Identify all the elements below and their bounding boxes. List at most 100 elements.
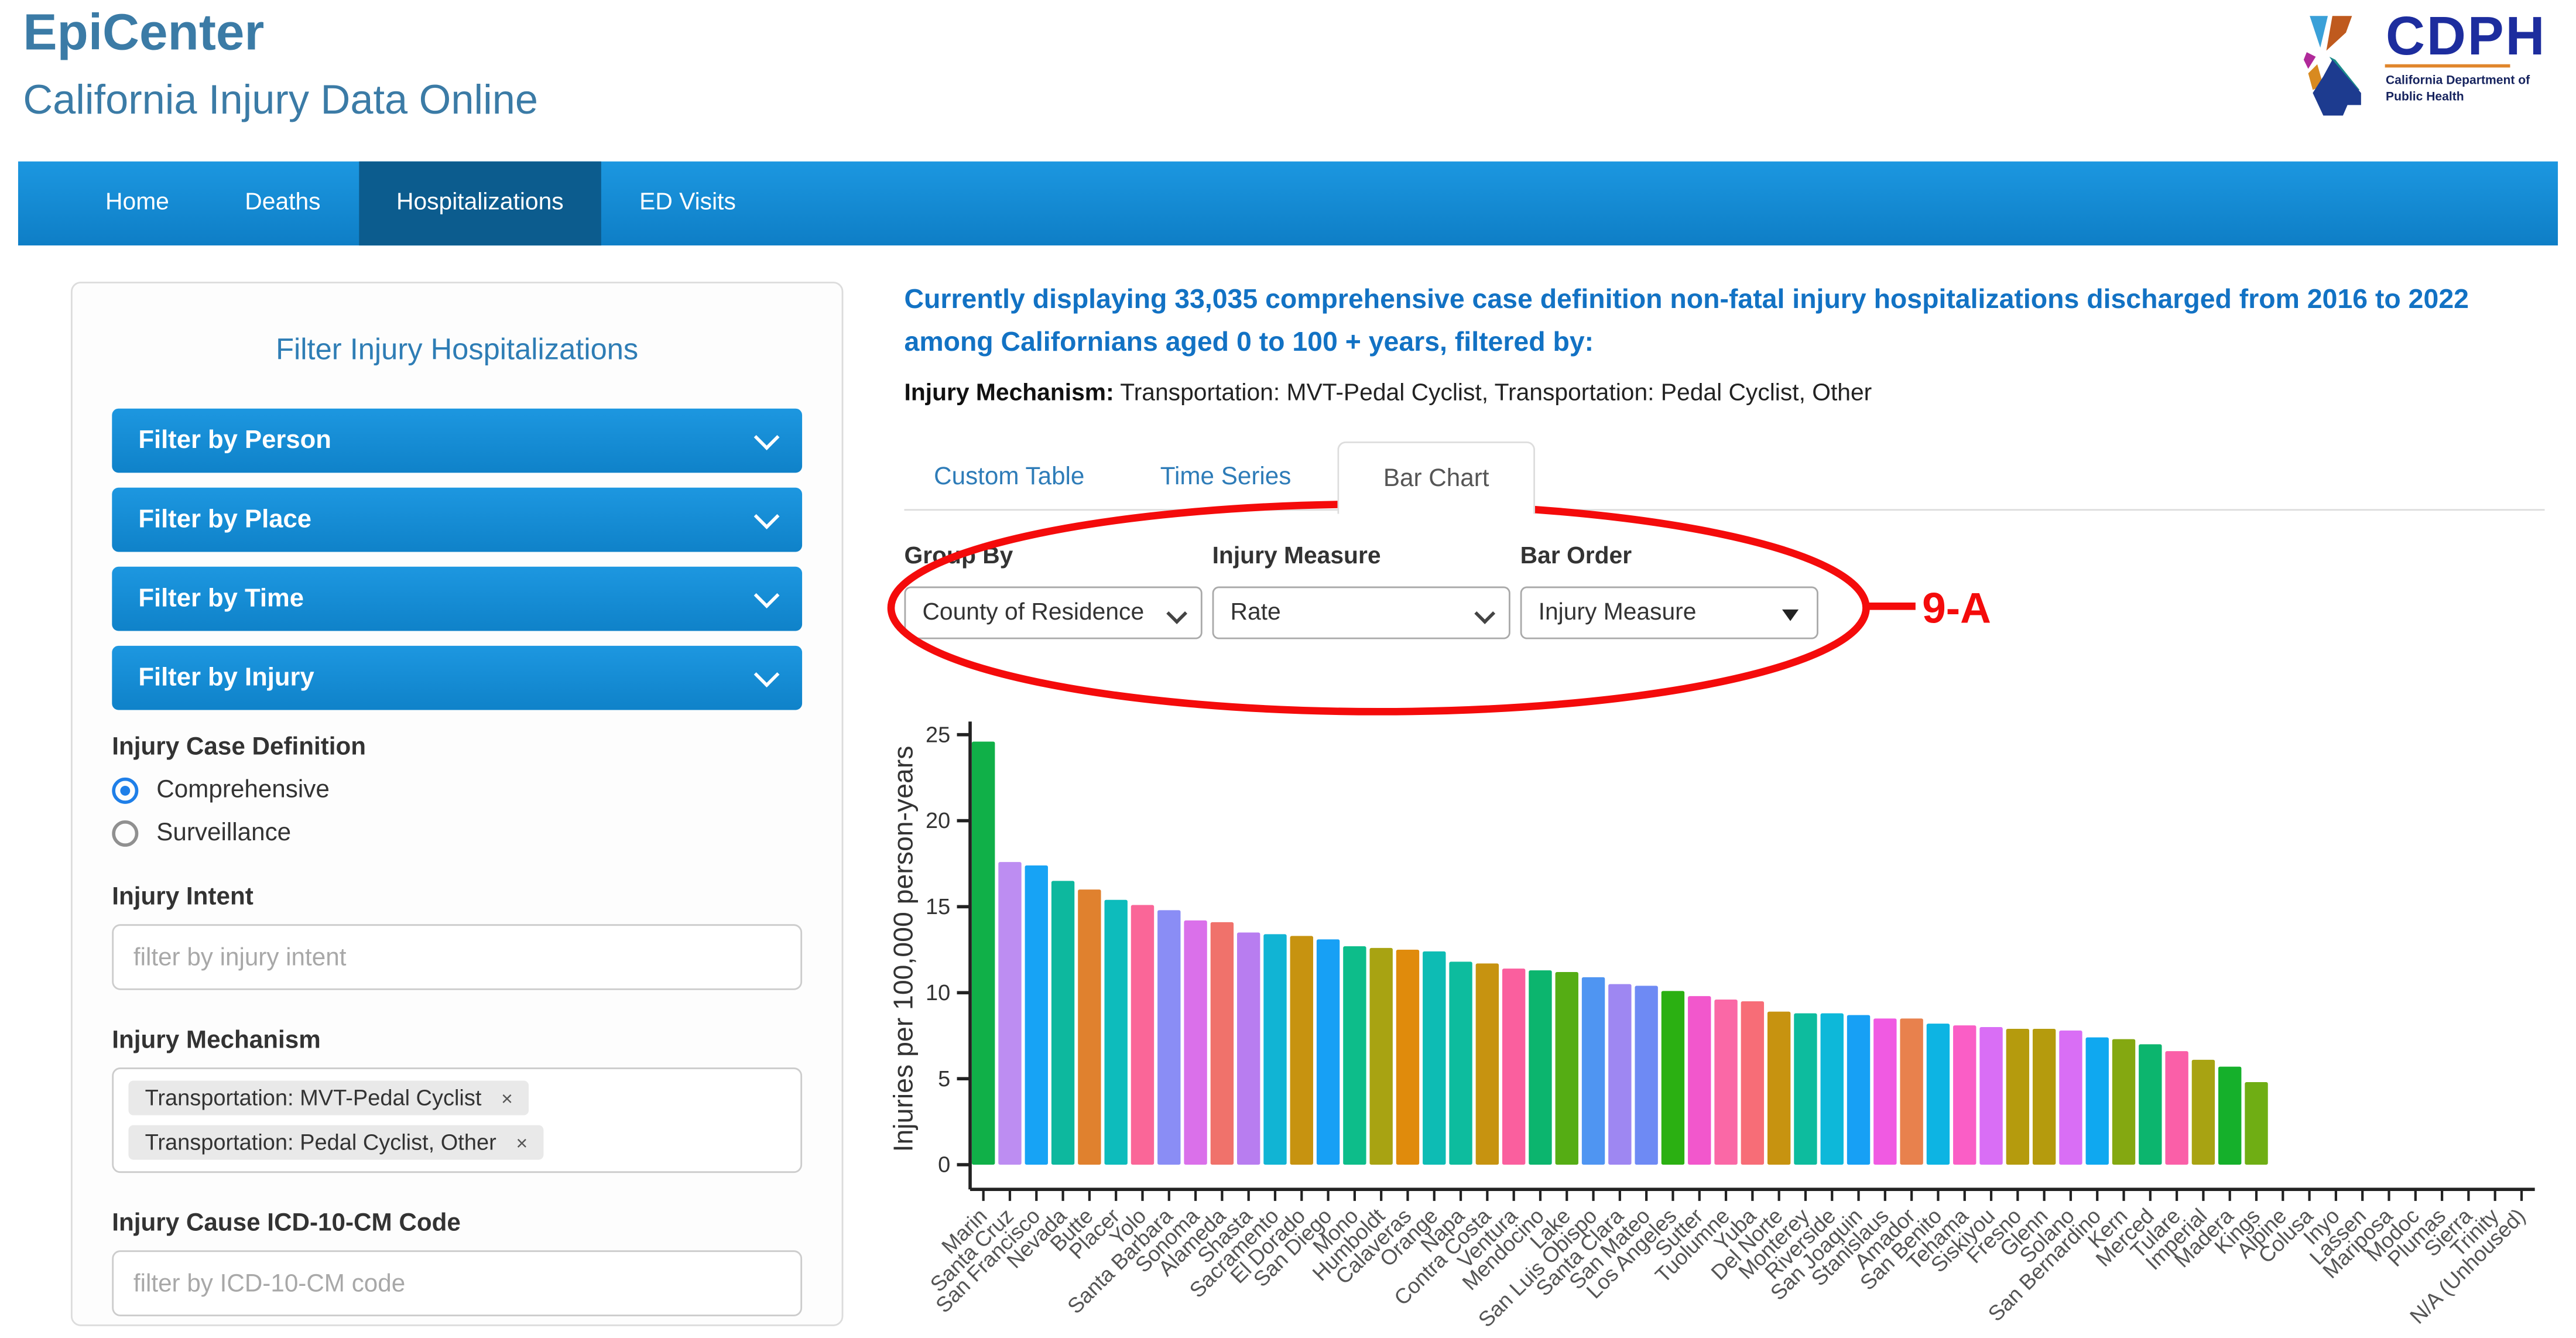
filter-panel: Filter Injury Hospitalizations Filter by… [71, 282, 843, 1326]
radio-unselected-icon[interactable] [112, 820, 138, 846]
bar-alameda [1211, 922, 1234, 1165]
x-tick-label: Santa Barbara [1063, 1203, 1177, 1318]
x-tick-label: Del Norte [1707, 1204, 1787, 1285]
nav-item-deaths[interactable]: Deaths [207, 162, 359, 245]
y-tick-label: 5 [938, 1067, 950, 1091]
bar-placer [1104, 900, 1127, 1165]
case-definition-label: Injury Case Definition [112, 733, 802, 761]
nav-item-hospitalizations[interactable]: Hospitalizations [358, 162, 601, 245]
bar-glenn [2033, 1029, 2056, 1165]
bar-kern [2112, 1039, 2135, 1165]
bar-solano [2059, 1031, 2082, 1165]
radio-row-comprehensive[interactable]: Comprehensive [112, 776, 802, 804]
tab-custom-table[interactable]: Custom Table [905, 463, 1115, 491]
california-state-icon [2292, 10, 2378, 127]
bar-siskiyou [1979, 1027, 2002, 1165]
x-tick-label: Los Angeles [1582, 1204, 1681, 1303]
x-tick-label: Mono [1308, 1204, 1363, 1259]
accordion-filter-by-time[interactable]: Filter by Time [112, 567, 802, 631]
radio-selected-icon[interactable] [112, 776, 138, 803]
x-tick-label: Placer [1064, 1204, 1124, 1264]
accordion-label: Filter by Time [138, 584, 304, 614]
chevron-down-icon [754, 583, 780, 608]
bar-ventura [1502, 969, 1525, 1165]
x-tick-label: San Joaquin [1766, 1204, 1867, 1305]
bar-mono [1343, 946, 1366, 1165]
y-axis-title: Injuries per 100,000 person-years [889, 745, 918, 1152]
group-by-control: Group By County of Residence [905, 543, 1203, 639]
bar-calaveras [1396, 950, 1419, 1165]
y-tick-label: 0 [938, 1153, 950, 1178]
bar-imperial [2192, 1060, 2215, 1165]
x-tick-label: El Dorado [1225, 1204, 1310, 1288]
x-tick-label: Alameda [1153, 1203, 1231, 1281]
x-tick-label: Sutter [1650, 1204, 1708, 1261]
x-tick-label: Santa Cruz [926, 1204, 1018, 1296]
x-tick-label: Napa [1416, 1203, 1469, 1257]
bar-madera [2218, 1067, 2241, 1165]
injury-measure-select[interactable]: Rate [1212, 587, 1510, 639]
bar-san-mateo [1635, 986, 1657, 1165]
x-tick-label: Humboldt [1308, 1204, 1390, 1286]
x-tick-label: Tehama [1902, 1203, 1973, 1274]
injury-measure-value: Rate [1231, 600, 1281, 626]
x-tick-label: Orange [1375, 1204, 1443, 1271]
applied-filters-line: Injury Mechanism: Transportation: MVT-Pe… [905, 381, 1872, 407]
accordion-filter-by-place[interactable]: Filter by Place [112, 488, 802, 552]
x-tick-label: Merced [2091, 1204, 2159, 1271]
x-tick-label: Modoc [2361, 1204, 2424, 1267]
icd-code-input[interactable] [112, 1250, 802, 1316]
accordion-filter-by-injury[interactable]: Filter by Injury [112, 646, 802, 710]
bar-order-select[interactable]: Injury Measure [1520, 587, 1818, 639]
bar-santa-clara [1608, 984, 1631, 1165]
x-tick-label: Inyo [2298, 1204, 2344, 1250]
x-tick-label: San Diego [1249, 1204, 1337, 1292]
chevron-down-icon [754, 504, 780, 529]
applied-filter-label: Injury Mechanism: [905, 381, 1114, 407]
page: EpiCenter California Injury Data Online … [0, 0, 2576, 1337]
x-tick-label: Lake [1525, 1204, 1575, 1254]
tab-bar-chart[interactable]: Bar Chart [1337, 441, 1535, 514]
y-tick-label: 25 [926, 723, 950, 747]
bar-butte [1078, 889, 1101, 1165]
x-tick-label: Yolo [1105, 1204, 1150, 1250]
y-tick-label: 20 [926, 809, 950, 833]
remove-tag-icon[interactable]: × [501, 1088, 513, 1108]
injury-mechanism-label: Injury Mechanism [112, 1026, 802, 1055]
x-tick-label: Mendocino [1458, 1204, 1549, 1295]
triangle-down-icon [1782, 610, 1799, 621]
bar-yolo [1131, 905, 1154, 1165]
bar-riverside [1821, 1014, 1844, 1165]
cdph-logo: CDPH California Department of Public Hea… [2292, 10, 2547, 127]
injury-mechanism-multiselect[interactable]: Transportation: MVT-Pedal Cyclist × Tran… [112, 1067, 802, 1173]
x-tick-label: Riverside [1760, 1204, 1841, 1284]
x-tick-label: Kern [2083, 1204, 2132, 1253]
x-tick-label: Imperial [2141, 1204, 2212, 1275]
radio-row-surveillance[interactable]: Surveillance [112, 819, 802, 847]
accordion-filter-by-person[interactable]: Filter by Person [112, 409, 802, 473]
group-by-label: Group By [905, 543, 1203, 570]
bar-san-francisco [1025, 865, 1048, 1165]
bar-tuolumne [1714, 1000, 1737, 1165]
bar-yuba [1741, 1001, 1764, 1165]
x-tick-label: San Luis Obispo [1474, 1204, 1602, 1332]
remove-tag-icon[interactable]: × [516, 1132, 528, 1152]
bar-kings [2245, 1082, 2267, 1165]
results-summary: Currently displaying 33,035 comprehensiv… [905, 280, 2555, 364]
tab-time-series[interactable]: Time Series [1131, 463, 1321, 491]
bar-lake [1556, 972, 1578, 1165]
bar-santa-cruz [998, 862, 1021, 1165]
group-by-select[interactable]: County of Residence [905, 587, 1203, 639]
y-tick-label: 10 [926, 981, 950, 1005]
nav-item-ed-visits[interactable]: ED Visits [601, 162, 773, 245]
chevron-down-icon [1166, 603, 1187, 624]
bar-sonoma [1184, 920, 1207, 1165]
x-tick-label: Glenn [1995, 1204, 2053, 1261]
bar-chart: Injuries per 100,000 person-years0510152… [889, 709, 2556, 1338]
chart-controls: Group By County of Residence Injury Meas… [905, 543, 1818, 639]
nav-item-home[interactable]: Home [67, 162, 207, 245]
x-tick-label: Calaveras [1331, 1204, 1416, 1289]
x-tick-label: Mariposa [2318, 1203, 2397, 1283]
injury-intent-input[interactable] [112, 924, 802, 990]
bar-monterey [1794, 1014, 1817, 1165]
